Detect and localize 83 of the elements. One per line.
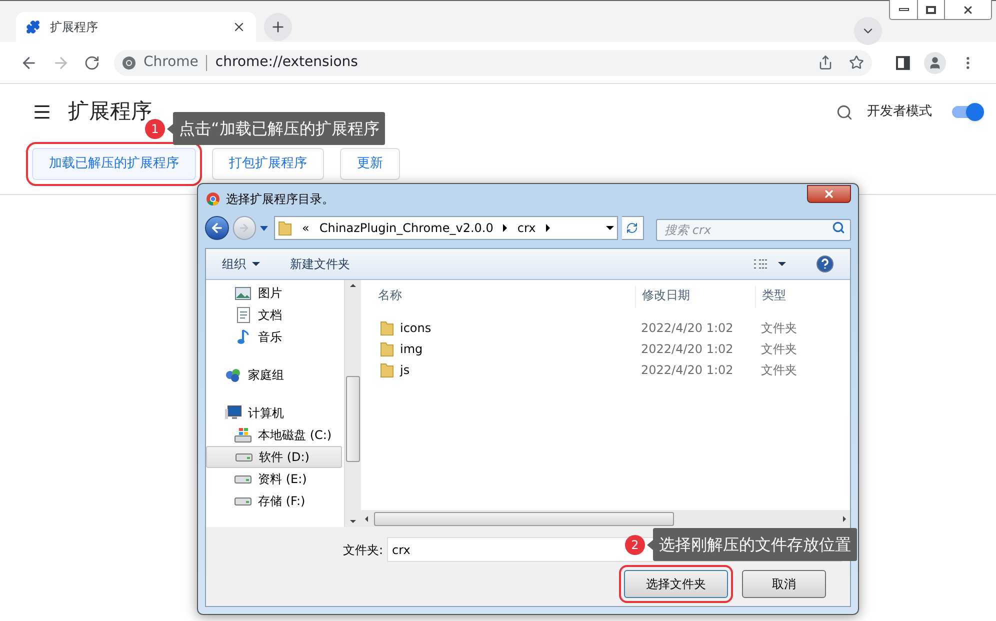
network-icon <box>225 367 241 383</box>
new-folder-button[interactable]: 新建文件夹 <box>290 255 350 273</box>
file-type: 文件夹 <box>760 320 797 336</box>
close-icon <box>962 4 974 16</box>
address-bar[interactable]: Chrome chrome://extensions <box>114 50 872 76</box>
callout-tooltip: 点击“加载已解压的扩展程序 <box>173 112 386 145</box>
modified-date: 2022/4/20 1:02 <box>640 340 734 358</box>
browser-tab[interactable]: 扩展程序 <box>16 12 256 42</box>
file-name[interactable]: js <box>400 360 410 378</box>
toolbar-button[interactable]: 更新 <box>340 148 400 180</box>
search-icon[interactable] <box>832 221 846 234</box>
drive-icon <box>234 496 252 506</box>
nav-item[interactable]: 音乐 <box>206 326 344 348</box>
vertical-scrollbar[interactable] <box>344 280 361 527</box>
plus-icon <box>270 19 286 35</box>
reload-icon[interactable] <box>84 54 100 70</box>
modified-date: 2022/4/20 1:02 <box>640 362 734 378</box>
breadcrumb-item[interactable]: ChinazPlugin_Chrome_v2.0.0 <box>319 219 494 237</box>
nav-item[interactable]: 计算机 <box>206 402 344 424</box>
system-drive-icon <box>234 427 252 443</box>
help-icon[interactable] <box>816 255 834 273</box>
toolbar-button[interactable]: 打包扩展程序 <box>212 148 324 180</box>
drive-icon <box>235 452 253 462</box>
nav-item[interactable]: 资料 (E:) <box>206 468 344 490</box>
nav-item[interactable]: 图片 <box>206 282 344 304</box>
close-icon <box>823 188 835 200</box>
refresh-icon <box>626 222 638 234</box>
document-icon <box>236 307 250 323</box>
nav-item[interactable]: 家庭组 <box>206 364 344 386</box>
breadcrumb-arrow-icon[interactable] <box>503 224 508 232</box>
step-number-badge: 1 <box>145 118 165 138</box>
modified-date: 2022/4/20 1:02 <box>640 320 734 336</box>
url-text: chrome://extensions <box>215 53 359 72</box>
drive-icon <box>234 474 252 484</box>
organize-menu[interactable]: 组织 <box>222 255 260 273</box>
music-note-icon <box>237 329 249 345</box>
developer-mode-toggle[interactable] <box>952 106 982 118</box>
callout-tooltip: 选择刚解压的文件存放位置 <box>653 528 857 561</box>
view-dropdown-icon[interactable] <box>778 262 786 266</box>
horizontal-scrollbar[interactable] <box>361 510 850 527</box>
developer-mode-label: 开发者模式 <box>867 103 932 122</box>
breadcrumb-arrow-icon[interactable] <box>546 224 550 232</box>
breadcrumb-bar[interactable]: « ChinazPlugin_Chrome_v2.0.0 crx <box>274 216 618 240</box>
dialog-button[interactable]: 取消 <box>742 570 826 598</box>
share-icon[interactable] <box>818 55 834 70</box>
tab-title: 扩展程序 <box>50 19 99 36</box>
file-type: 文件夹 <box>760 340 797 358</box>
back-button[interactable] <box>205 216 228 240</box>
bookmark-star-icon[interactable] <box>849 55 864 70</box>
forward-arrow-icon <box>238 222 250 234</box>
nav-item[interactable]: 软件 (D:) <box>206 446 342 468</box>
close-tab-icon[interactable] <box>232 20 246 34</box>
folder-icon <box>278 220 292 236</box>
folder-icon <box>380 340 394 356</box>
puzzle-icon <box>26 20 40 34</box>
computer-icon <box>224 405 242 421</box>
nav-item[interactable]: 本地磁盘 (C:) <box>206 424 344 446</box>
view-options-icon[interactable] <box>754 258 768 270</box>
dropdown-icon[interactable] <box>606 226 614 230</box>
column-header[interactable]: 修改日期 <box>635 286 755 308</box>
picture-icon <box>235 286 251 300</box>
file-name[interactable]: img <box>400 340 423 358</box>
nav-item[interactable]: 文档 <box>206 304 344 326</box>
dialog-title: 选择扩展程序目录。 <box>226 191 335 208</box>
breadcrumb-item[interactable]: « <box>302 219 310 237</box>
site-label: Chrome <box>144 53 198 72</box>
search-icon[interactable] <box>836 104 853 120</box>
dialog-close-button[interactable] <box>807 185 851 203</box>
folder-icon <box>380 362 394 378</box>
folder-field-label: 文件夹: <box>343 542 384 558</box>
nav-item[interactable]: 存储 (F:) <box>206 490 344 512</box>
file-name[interactable]: icons <box>400 318 432 336</box>
refresh-button[interactable] <box>622 216 644 240</box>
history-dropdown-icon[interactable] <box>260 226 268 230</box>
search-field[interactable]: 搜索 crx <box>656 219 852 241</box>
side-panel-icon[interactable] <box>896 56 910 70</box>
file-type: 文件夹 <box>760 362 797 378</box>
column-header[interactable]: 名称 <box>378 286 635 308</box>
folder-icon <box>380 320 394 336</box>
profile-avatar[interactable] <box>924 52 946 74</box>
column-header[interactable]: 类型 <box>755 286 850 308</box>
breadcrumb-item[interactable]: crx <box>517 219 536 237</box>
new-tab-button[interactable] <box>264 13 292 41</box>
